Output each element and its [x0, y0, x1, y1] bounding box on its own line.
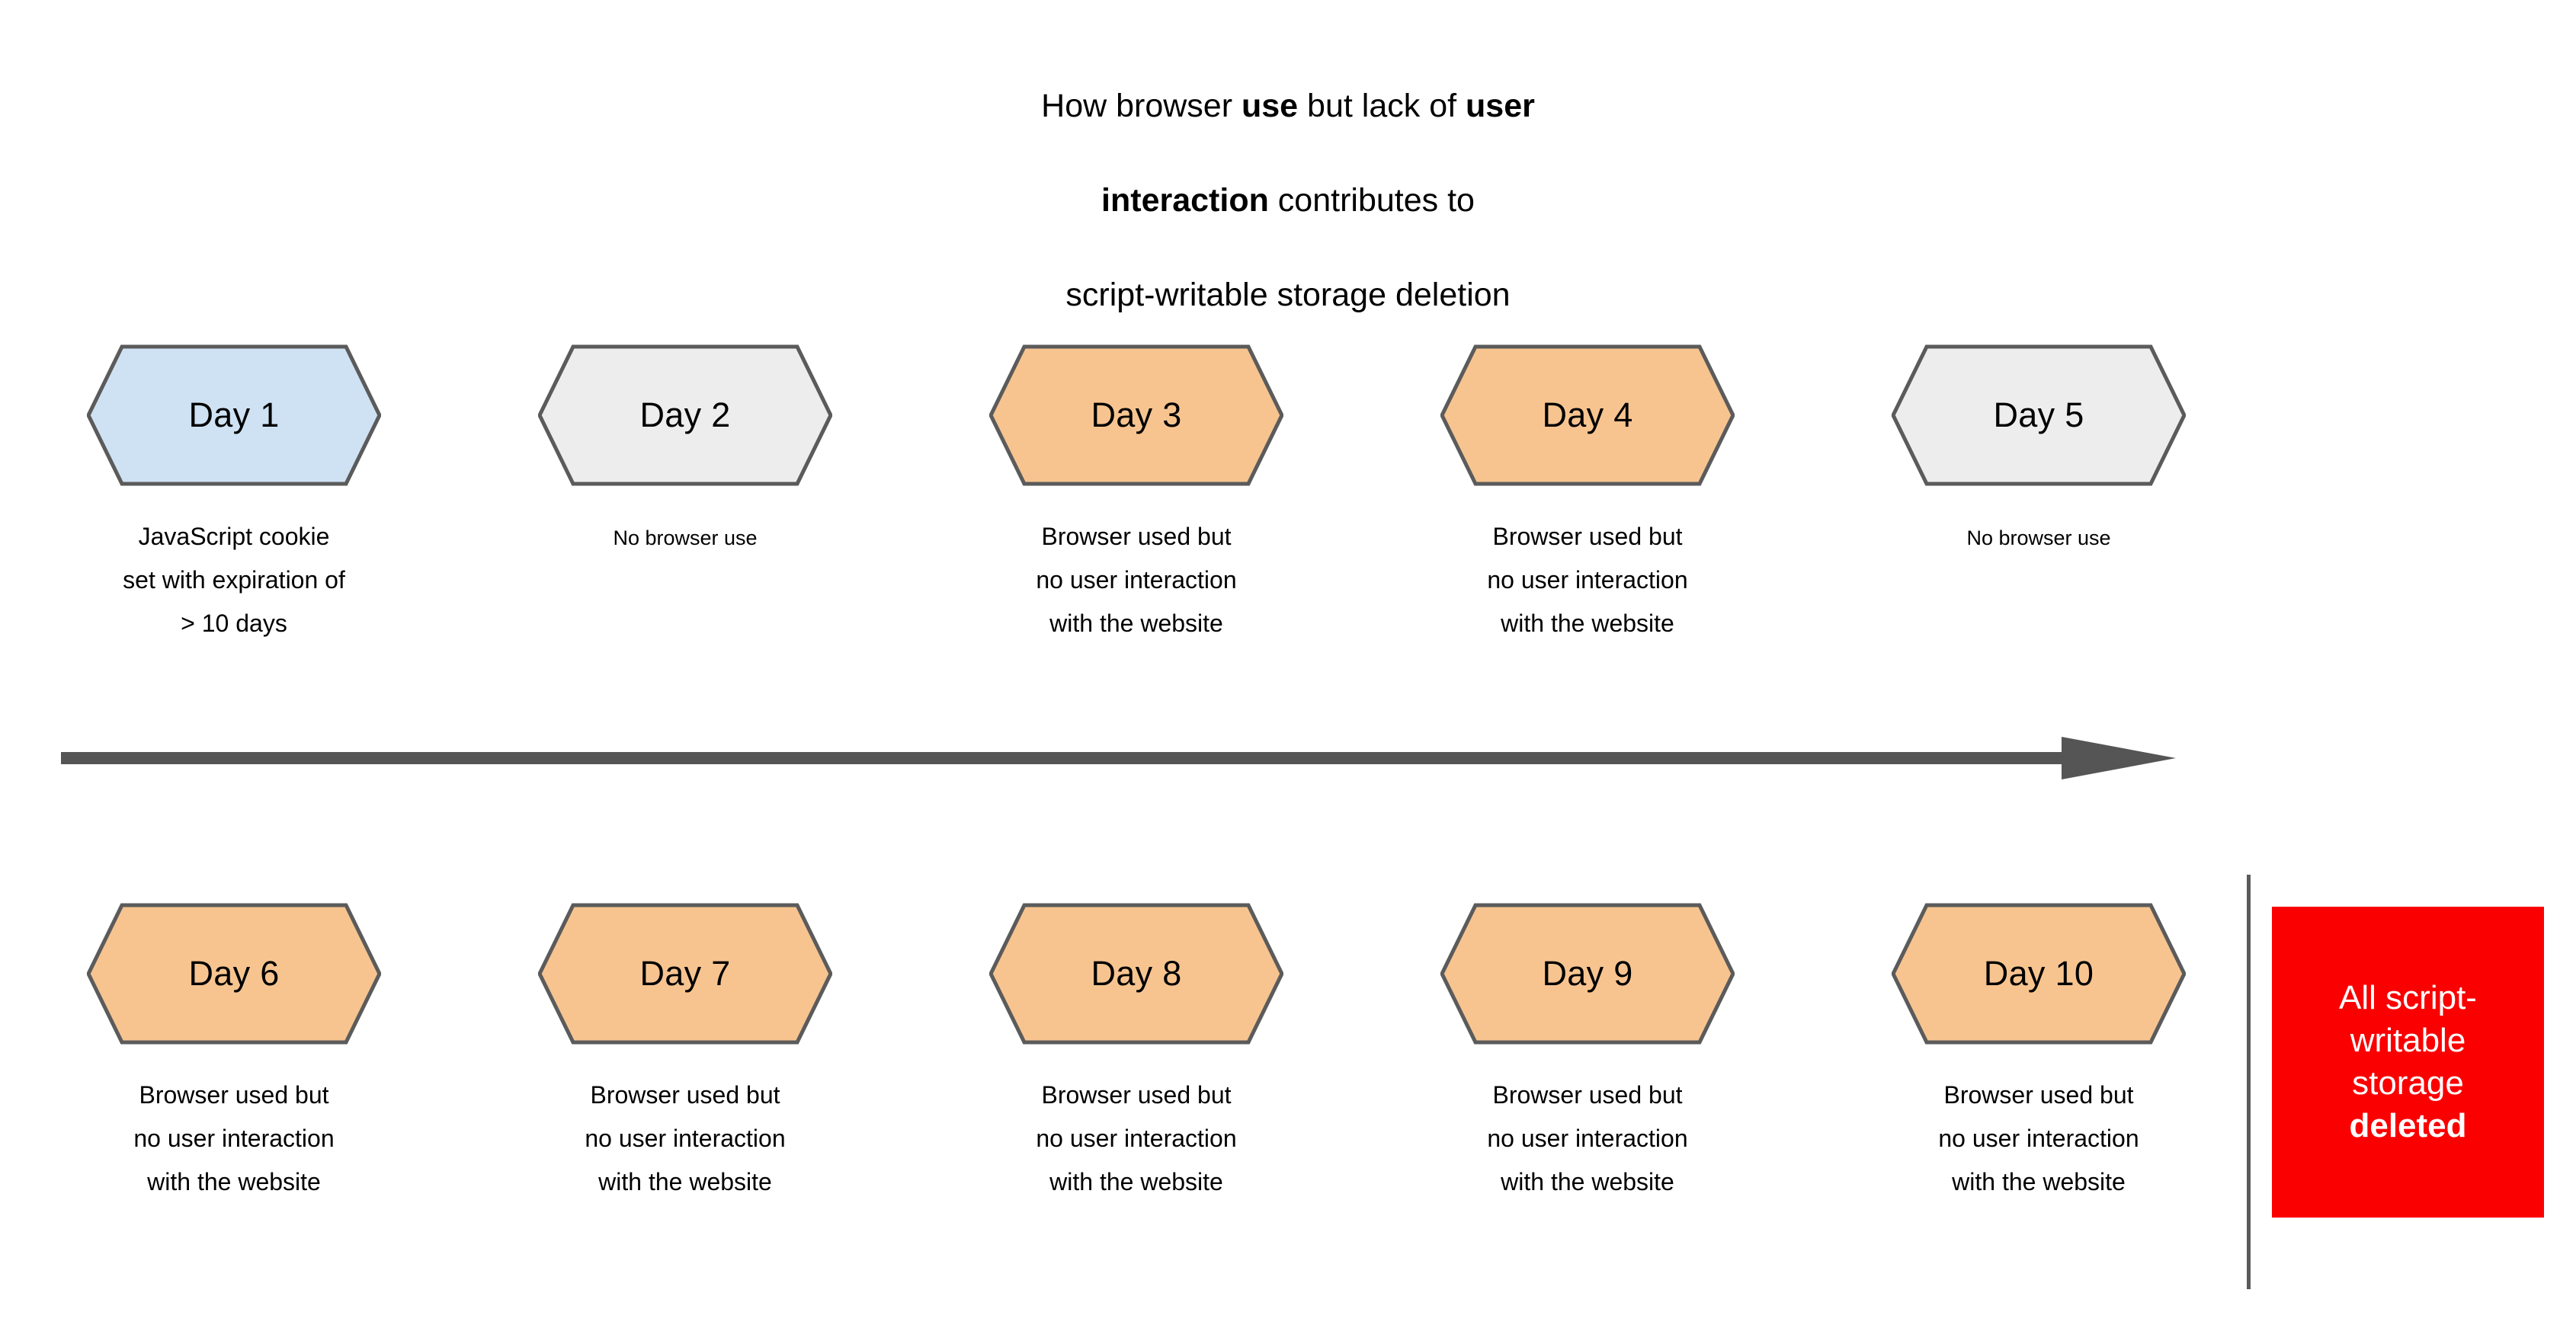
title-text-2: but lack of — [1298, 88, 1466, 124]
timeline-row-days-6-10: Day 6 Browser used but no user interactio… — [0, 894, 2576, 1259]
right-arrow-icon — [61, 737, 2176, 779]
hexagon-node[interactable]: Day 3 — [989, 344, 1283, 486]
hexagon-day-label: Day 9 — [1542, 954, 1633, 993]
timeline-day-cell[interactable]: Day 10 Browser used but no user interacti… — [1841, 894, 2237, 1204]
hexagon-day-label: Day 6 — [188, 954, 280, 993]
hexagon-node[interactable]: Day 8 — [989, 903, 1283, 1045]
timeline-day-cell[interactable]: Day 1 JavaScript cookie set with expirati… — [36, 335, 432, 645]
hexagon-node[interactable]: Day 5 — [1892, 344, 2186, 486]
section-divider — [2247, 875, 2251, 1289]
hexagon-day-label: Day 4 — [1542, 395, 1633, 434]
timeline-day-cell[interactable]: Day 9 Browser used but no user interactio… — [1389, 894, 1786, 1204]
day-caption: Browser used but no user interaction wit… — [1036, 1081, 1237, 1195]
timeline-row-days-1-5: Day 1 JavaScript cookie set with expirati… — [0, 335, 2576, 701]
hexagon-node[interactable]: Day 1 — [87, 344, 381, 486]
timeline-arrow — [61, 728, 2176, 789]
title-line-3: script-writable storage deletion — [1065, 277, 1511, 313]
day-caption: JavaScript cookie set with expiration of… — [123, 523, 345, 637]
hexagon-day-label: Day 8 — [1091, 954, 1182, 993]
hexagon-node[interactable]: Day 4 — [1440, 344, 1735, 486]
day-caption: Browser used but no user interaction wit… — [1487, 1081, 1688, 1195]
timeline-day-cell[interactable]: Day 6 Browser used but no user interactio… — [36, 894, 432, 1204]
title-line-1: How browser use but lack of user — [0, 82, 2576, 130]
hexagon-day-label: Day 10 — [1983, 954, 2094, 993]
title-bold-user: user — [1466, 88, 1535, 124]
title-text-3: contributes to — [1268, 182, 1475, 219]
title-line-2: interaction contributes to — [0, 177, 2576, 224]
timeline-day-cell[interactable]: Day 2 No browser use — [487, 335, 883, 553]
page-title: How browser use but lack of user interac… — [0, 35, 2576, 366]
timeline-day-cell[interactable]: Day 5 No browser use — [1841, 335, 2237, 553]
day-caption: Browser used but no user interaction wit… — [1036, 523, 1237, 637]
deletion-callout-text: All script- writable storage deleted — [2328, 977, 2488, 1147]
timeline-day-cell[interactable]: Day 8 Browser used but no user interactio… — [938, 894, 1334, 1204]
hexagon-day-label: Day 5 — [1993, 395, 2084, 434]
hexagon-day-label: Day 1 — [188, 395, 280, 434]
title-text-1: How browser — [1041, 88, 1242, 124]
day-caption: Browser used but no user interaction wit… — [585, 1081, 786, 1195]
title-bold-interaction: interaction — [1101, 182, 1269, 219]
deletion-callout-text-bold: deleted — [2349, 1107, 2467, 1144]
day-caption: Browser used but no user interaction wit… — [1938, 1081, 2139, 1195]
day-caption: Browser used but no user interaction wit… — [1487, 523, 1688, 637]
hexagon-node[interactable]: Day 9 — [1440, 903, 1735, 1045]
hexagon-node[interactable]: Day 6 — [87, 903, 381, 1045]
hexagon-node[interactable]: Day 10 — [1892, 903, 2186, 1045]
title-bold-use: use — [1242, 88, 1299, 124]
status-badge-storage-deleted: All script- writable storage deleted — [2272, 907, 2544, 1218]
hexagon-day-label: Day 3 — [1091, 395, 1182, 434]
timeline-day-cell[interactable]: Day 4 Browser used but no user interactio… — [1389, 335, 1786, 645]
deletion-callout-text-normal: All script- writable storage — [2339, 979, 2477, 1102]
timeline-day-cell[interactable]: Day 7 Browser used but no user interactio… — [487, 894, 883, 1204]
day-caption: Browser used but no user interaction wit… — [133, 1081, 335, 1195]
hexagon-day-label: Day 7 — [639, 954, 731, 993]
timeline-day-cell[interactable]: Day 3 Browser used but no user interactio… — [938, 335, 1334, 645]
hexagon-node[interactable]: Day 7 — [538, 903, 832, 1045]
hexagon-node[interactable]: Day 2 — [538, 344, 832, 486]
day-caption: No browser use — [613, 526, 758, 549]
day-caption: No browser use — [1966, 526, 2111, 549]
hexagon-day-label: Day 2 — [639, 395, 731, 434]
